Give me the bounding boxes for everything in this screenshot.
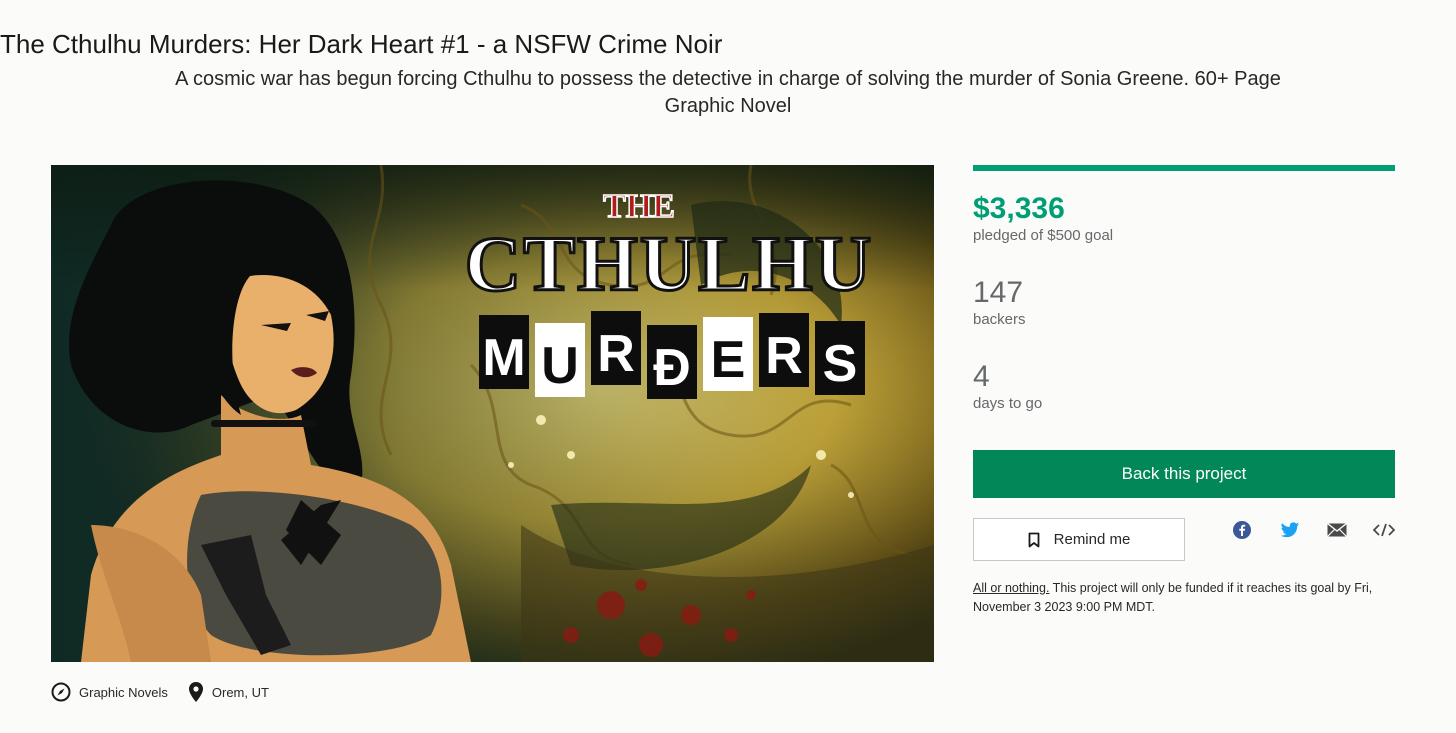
project-hero-image[interactable]: THE CTHULHU MURÐERS — [51, 165, 934, 662]
funding-progress-fill — [973, 165, 1395, 171]
project-blurb: A cosmic war has begun forcing Cthulhu t… — [175, 68, 1281, 117]
logo-letter: R — [597, 325, 635, 383]
days-count: 4 — [973, 360, 990, 393]
location-label: Orem, UT — [211, 684, 269, 700]
remind-me-button[interactable]: Remind me — [973, 518, 1185, 561]
twitter-icon — [1280, 521, 1300, 537]
pledged-amount: $3,336 — [973, 192, 1065, 225]
share-embed-button[interactable] — [1372, 519, 1396, 541]
back-project-button[interactable]: Back this project — [973, 450, 1395, 498]
funding-progress-bar — [973, 165, 1395, 171]
backers-count: 147 — [973, 276, 1024, 309]
all-or-nothing-notice: All or nothing. This project will only b… — [973, 579, 1395, 617]
project-meta: Graphic Novels Orem, UT — [51, 680, 289, 704]
logo-letter: U — [541, 337, 579, 395]
logo-letter: Ð — [653, 339, 691, 397]
logo-letter: R — [765, 327, 803, 385]
facebook-icon — [1233, 521, 1251, 539]
compass-icon — [51, 682, 71, 702]
map-pin-icon — [188, 682, 203, 702]
bookmark-icon — [1028, 532, 1040, 547]
hero-artwork: THE CTHULHU MURÐERS — [51, 165, 934, 662]
days-stat: 4 days to go — [973, 360, 1042, 414]
embed-icon — [1373, 523, 1395, 537]
logo-cthulhu: CTHULHU — [465, 220, 873, 307]
logo-letter: M — [482, 329, 525, 387]
remind-me-label: Remind me — [1053, 531, 1131, 548]
category-label: Graphic Novels — [79, 684, 168, 700]
pledged-label: pledged of $500 goal — [973, 227, 1114, 244]
pledged-stat: $3,336 pledged of $500 goal — [973, 192, 1113, 246]
location-link[interactable]: Orem, UT — [188, 681, 269, 703]
email-icon — [1327, 523, 1347, 537]
backers-stat: 147 backers — [973, 276, 1026, 330]
share-twitter-button[interactable] — [1278, 519, 1302, 541]
logo-letter: E — [711, 331, 746, 389]
backers-label: backers — [973, 311, 1026, 328]
share-facebook-button[interactable] — [1230, 519, 1254, 541]
all-or-nothing-link[interactable]: All or nothing. — [973, 581, 1049, 595]
days-label: days to go — [973, 395, 1043, 412]
logo-letter: S — [823, 335, 858, 393]
category-link[interactable]: Graphic Novels — [51, 682, 168, 702]
share-email-button[interactable] — [1325, 519, 1349, 541]
project-title: The Cthulhu Murders: Her Dark Heart #1 -… — [0, 29, 723, 59]
